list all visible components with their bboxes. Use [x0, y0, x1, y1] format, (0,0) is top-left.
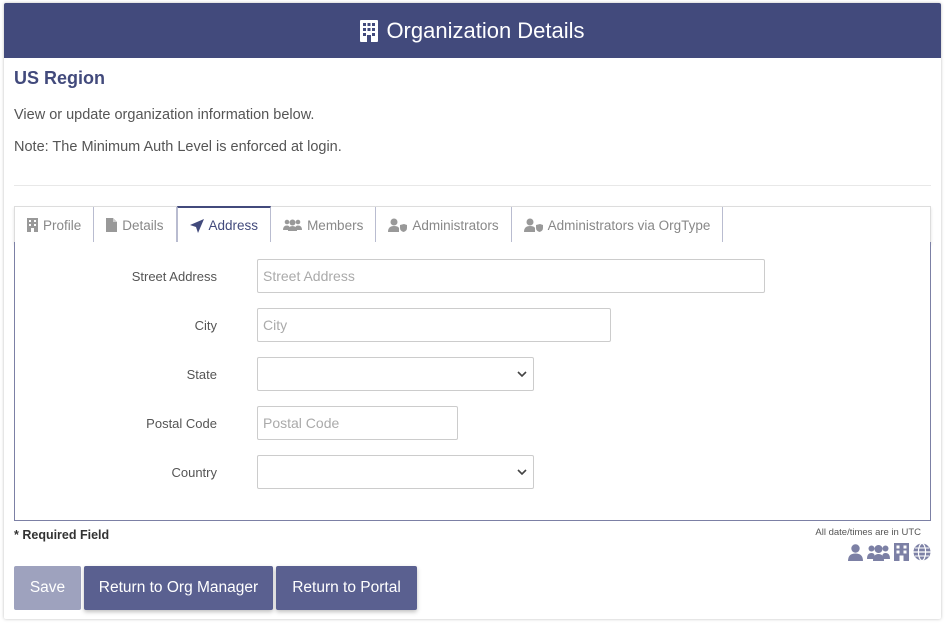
tab-label: Address	[208, 218, 259, 233]
city-label: City	[194, 318, 217, 333]
address-panel: Street Address City State Postal Code Co…	[14, 242, 931, 521]
street-address-input[interactable]	[257, 259, 765, 293]
postal-code-label: Postal Code	[146, 416, 217, 431]
intro-text: View or update organization information …	[14, 107, 315, 123]
page-title: Organization Details	[386, 17, 585, 43]
tab-label: Members	[307, 217, 364, 233]
tab-administrators[interactable]: Administrators	[376, 207, 512, 243]
tab-address[interactable]: Address	[176, 206, 272, 243]
state-select[interactable]	[257, 357, 534, 391]
tab-members[interactable]: Members	[271, 207, 377, 243]
return-to-org-manager-button[interactable]: Return to Org Manager	[84, 566, 273, 610]
chevron-down-icon	[517, 469, 527, 475]
building-icon	[894, 543, 909, 561]
region-heading: US Region	[14, 68, 106, 88]
building-icon	[360, 19, 379, 42]
postal-code-input[interactable]	[257, 406, 458, 440]
tab-administrators-via-orgtype[interactable]: Administrators via OrgType	[511, 207, 724, 243]
page-header: Organization Details	[4, 3, 941, 58]
country-select[interactable]	[257, 455, 534, 489]
users-icon	[867, 544, 890, 561]
tab-profile[interactable]: Profile	[15, 207, 95, 243]
tab-label: Administrators via OrgType	[547, 217, 711, 233]
return-to-portal-button[interactable]: Return to Portal	[276, 566, 417, 610]
users-icon	[283, 219, 303, 231]
tab-label: Details	[122, 217, 164, 233]
legend-icons	[848, 543, 931, 561]
user-shield-icon	[388, 218, 408, 232]
tab-label: Administrators	[412, 217, 499, 233]
city-input[interactable]	[257, 308, 611, 342]
country-label: Country	[171, 465, 217, 480]
page-card: Organization Details US Region View or u…	[4, 3, 941, 619]
state-label: State	[186, 367, 217, 382]
street-address-label: Street Address	[131, 269, 217, 284]
tab-details[interactable]: Details	[94, 207, 177, 243]
building-icon	[27, 218, 38, 232]
user-shield-icon	[523, 218, 543, 232]
tab-label: Profile	[43, 217, 82, 233]
chevron-down-icon	[517, 371, 527, 377]
user-icon	[848, 543, 863, 561]
tab-bar: Profile Details Address Members Administ…	[14, 206, 931, 243]
auth-note: Note: The Minimum Auth Level is enforced…	[14, 139, 342, 155]
save-button[interactable]: Save	[14, 566, 81, 610]
divider	[14, 185, 931, 186]
globe-icon	[913, 543, 931, 561]
file-icon	[106, 218, 118, 232]
required-field-note: * Required Field	[14, 528, 110, 542]
location-arrow-icon	[189, 218, 204, 233]
utc-note: All date/times are in UTC	[815, 527, 921, 538]
